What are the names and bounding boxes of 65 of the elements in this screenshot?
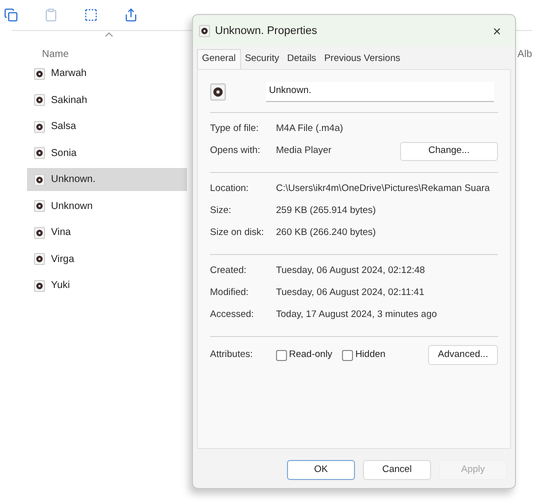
property-value: C:\Users\ikr4m\OneDrive\Pictures\Rekaman Suara: [276, 182, 490, 196]
audio-file-icon: [34, 280, 45, 292]
checkbox-label: Hidden: [355, 348, 386, 362]
file-name-field[interactable]: Unknown.: [266, 82, 494, 102]
file-row[interactable]: Vina: [27, 221, 187, 244]
file-name: Marwah: [51, 67, 87, 81]
property-value: Tuesday, 06 August 2024, 02:12:48: [276, 264, 425, 278]
file-name: Vina: [51, 226, 71, 240]
file-row[interactable]: Marwah: [27, 62, 187, 85]
file-name: Salsa: [51, 120, 76, 134]
audio-file-icon: [34, 147, 45, 159]
file-row[interactable]: Salsa: [27, 115, 187, 138]
column-header[interactable]: Name: [42, 49, 69, 60]
file-name: Unknown.: [51, 173, 96, 187]
tab[interactable]: General: [197, 49, 241, 69]
audio-file-icon: [34, 94, 45, 106]
file-name: Sakinah: [51, 94, 88, 108]
property-label: Modified:: [210, 286, 250, 300]
audio-file-icon: [199, 25, 210, 37]
checkbox[interactable]: [342, 350, 354, 360]
audio-file-icon: [34, 120, 45, 132]
copy-icon[interactable]: [4, 8, 18, 22]
property-label: Attributes:: [210, 348, 254, 362]
property-value: Tuesday, 06 August 2024, 02:11:41: [276, 286, 424, 300]
property-label: Opens with:: [210, 144, 262, 158]
change-button[interactable]: Change...: [400, 142, 498, 160]
window-title: Unknown. Properties: [215, 24, 318, 39]
file-row[interactable]: Unknown: [27, 194, 187, 218]
tab[interactable]: Security: [240, 49, 284, 69]
property-label: Size on disk:: [210, 226, 265, 240]
checkbox-label: Read-only: [289, 348, 332, 362]
audio-file-icon: [34, 174, 45, 186]
property-label: Created:: [210, 264, 248, 278]
property-value: M4A File (.m4a): [276, 122, 344, 136]
checkbox[interactable]: [276, 350, 287, 360]
file-row[interactable]: Yuki: [27, 274, 187, 297]
file-name: Yuki: [51, 279, 70, 293]
column-header[interactable]: Alb: [518, 49, 532, 60]
audio-file-icon: [34, 226, 45, 238]
tab[interactable]: Details: [283, 49, 320, 69]
audio-file-icon: [34, 200, 45, 212]
advanced-button[interactable]: Advanced...: [428, 345, 498, 365]
tab[interactable]: Previous Versions: [320, 49, 404, 69]
property-value: 259 KB (265.914 bytes): [276, 204, 376, 218]
file-row[interactable]: Virga: [27, 248, 187, 270]
share-icon[interactable]: [124, 8, 138, 22]
file-name: Unknown: [51, 200, 93, 214]
audio-file-icon: [34, 68, 45, 80]
property-label: Location:: [210, 182, 250, 196]
dialog-button[interactable]: OK: [287, 460, 355, 480]
file-row[interactable]: Sonia: [27, 142, 187, 164]
property-label: Accessed:: [210, 308, 255, 322]
property-label: Size:: [210, 204, 232, 218]
property-value: Media Player: [276, 144, 332, 158]
file-name: Sonia: [51, 146, 77, 160]
file-row[interactable]: Unknown.: [27, 168, 187, 191]
audio-file-icon: [210, 83, 226, 101]
file-row[interactable]: Sakinah: [27, 88, 187, 112]
dialog-button[interactable]: Cancel: [363, 460, 431, 480]
property-value: 260 KB (266.240 bytes): [276, 226, 376, 240]
close-button[interactable]: ×: [485, 20, 509, 42]
audio-file-icon: [34, 253, 45, 265]
property-value: Today, 17 August 2024, 3 minutes ago: [276, 308, 437, 322]
property-label: Type of file:: [210, 122, 260, 136]
file-name: Virga: [51, 252, 74, 266]
